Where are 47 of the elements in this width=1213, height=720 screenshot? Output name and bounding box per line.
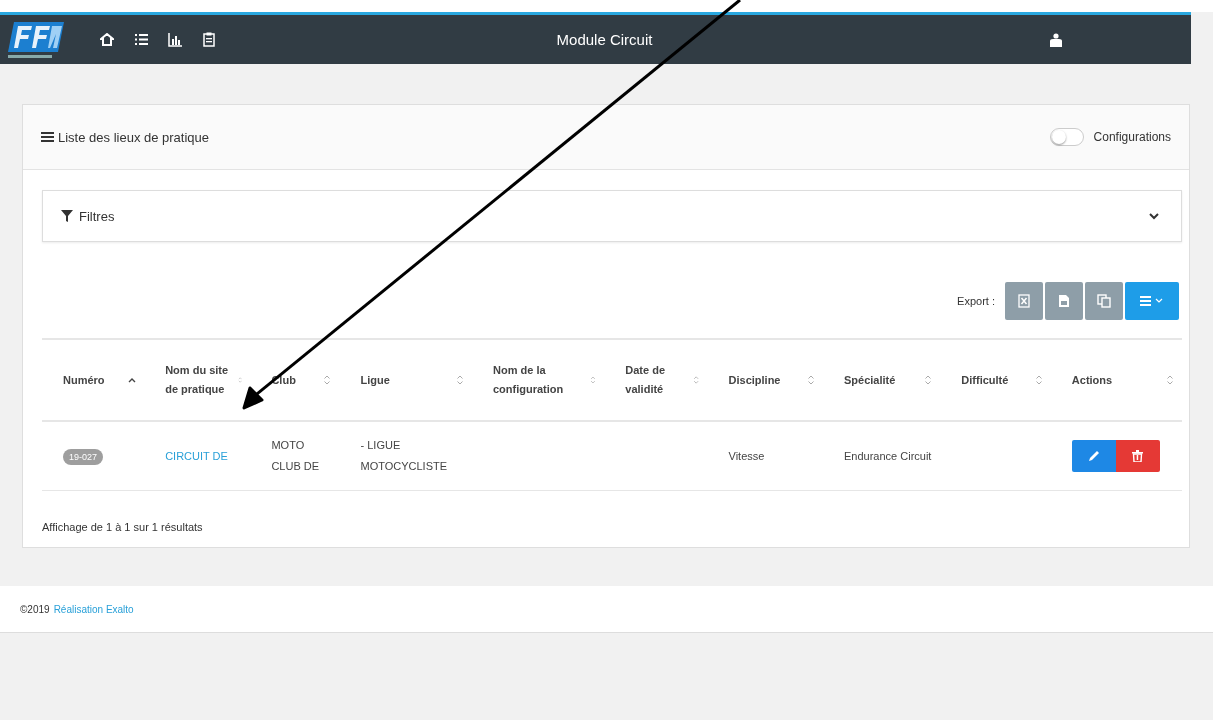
card-title: Liste des lieux de pratique [58, 129, 210, 145]
pencil-icon [1087, 450, 1100, 462]
excel-file-icon [1018, 294, 1030, 308]
toggle-switch[interactable] [1049, 128, 1084, 146]
column-header[interactable]: Nom de la configuration [493, 361, 587, 399]
results-summary: Affichage de 1 à 1 sur 1 résultats [42, 521, 204, 533]
filters-panel[interactable]: Filtres [42, 190, 1182, 242]
table-cell: MOTO CLUB DE [271, 439, 320, 472]
menu-icon [41, 132, 54, 142]
column-header[interactable]: Actions [1071, 370, 1113, 390]
copy-icon [1097, 294, 1111, 308]
column-header[interactable]: Numéro [63, 370, 105, 390]
number-badge: 19-027 [63, 448, 104, 465]
column-header[interactable]: Ligue [360, 370, 390, 390]
sort-icon[interactable] [590, 374, 597, 386]
delete-button[interactable] [1115, 440, 1160, 472]
chevron-icon [1149, 212, 1159, 220]
sort-icon[interactable] [693, 374, 700, 386]
sort-icon[interactable] [1166, 374, 1174, 386]
sort-icon[interactable] [323, 374, 332, 386]
file-icon [1058, 294, 1070, 308]
copy-button[interactable] [1085, 282, 1123, 320]
column-header[interactable]: Spécialité [844, 370, 896, 390]
column-header[interactable]: Discipline [728, 370, 781, 390]
column-header[interactable]: Difficulté [961, 370, 1009, 390]
table-cell: - LIGUE MOTOCYCLISTE [360, 439, 448, 472]
sort-icon[interactable] [924, 374, 933, 386]
edit-button[interactable] [1071, 440, 1116, 472]
column-menu-button[interactable] [1125, 282, 1179, 320]
sort-icon[interactable] [238, 374, 243, 386]
filter-icon [61, 210, 73, 222]
csv-export-button[interactable] [1045, 282, 1083, 320]
trash-icon [1132, 450, 1144, 462]
table-cell: Vitesse [728, 449, 765, 462]
sort-icon[interactable] [1034, 374, 1043, 386]
export-label: Export : [957, 295, 995, 307]
sort-ascending-icon[interactable] [128, 377, 137, 383]
column-header[interactable]: Date de validité [625, 361, 690, 399]
excel-export-button[interactable] [1005, 282, 1043, 320]
sort-icon[interactable] [456, 374, 464, 386]
copyright-text: ©2019 [20, 603, 50, 615]
sort-icon[interactable] [807, 374, 815, 386]
table-cell: Endurance Circuit [844, 449, 932, 462]
column-header[interactable]: Nom du site de pratique [165, 361, 235, 399]
toggle-label: Configurations [1093, 130, 1171, 144]
page-title: Module Circuit [555, 31, 654, 48]
menu-caret-icon [1140, 296, 1164, 306]
